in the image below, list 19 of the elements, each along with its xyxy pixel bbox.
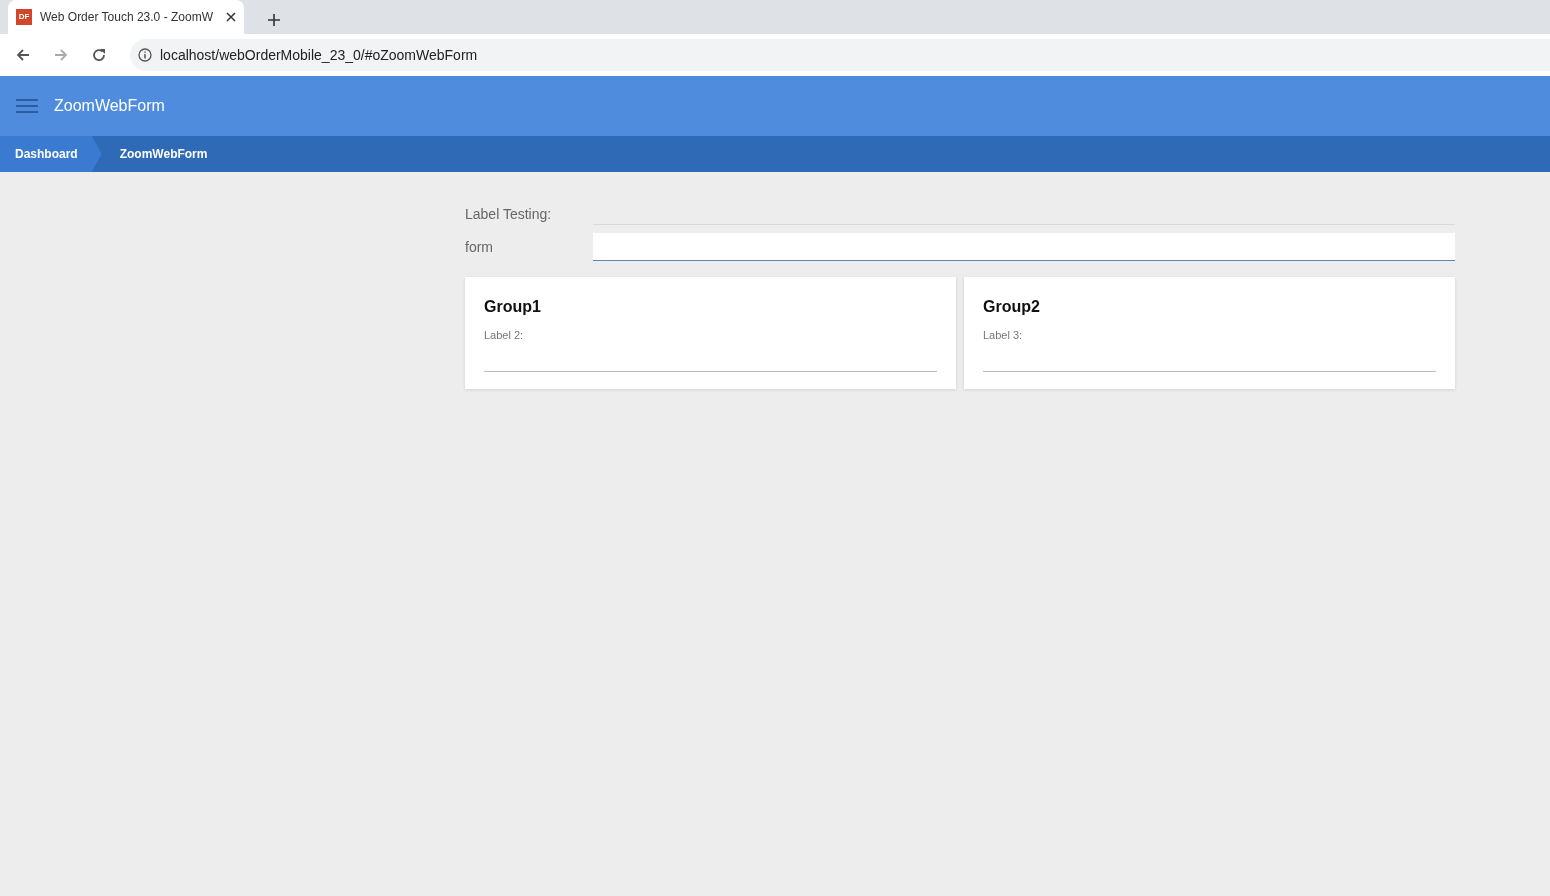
page-title: ZoomWebForm <box>54 96 165 116</box>
info-icon[interactable] <box>138 48 152 62</box>
form-label: form <box>465 237 494 257</box>
group-title: Group2 <box>983 297 1041 317</box>
breadcrumb-link[interactable]: Dashboard <box>0 136 102 172</box>
field-label: Label 3: <box>983 328 1024 343</box>
back-icon[interactable] <box>16 48 30 62</box>
form-label: Label Testing: <box>465 205 553 224</box>
close-icon[interactable] <box>226 12 236 22</box>
url-text[interactable]: localhost/webOrderMobile_23_0/#oZoomWebForm <box>160 44 478 66</box>
group-title: Group1 <box>484 297 542 317</box>
field-label: Label 2: <box>484 328 525 343</box>
favicon: DF <box>16 9 32 25</box>
reload-icon[interactable] <box>92 48 106 62</box>
input-field[interactable] <box>593 233 1455 261</box>
breadcrumb-link[interactable]: ZoomWebForm <box>101 136 223 172</box>
plus-icon[interactable] <box>268 14 280 26</box>
tab-title: Web Order Touch 23.0 - ZoomW <box>40 9 214 26</box>
browser-tab[interactable]: DF Web Order Touch 23.0 - ZoomW <box>8 0 244 34</box>
